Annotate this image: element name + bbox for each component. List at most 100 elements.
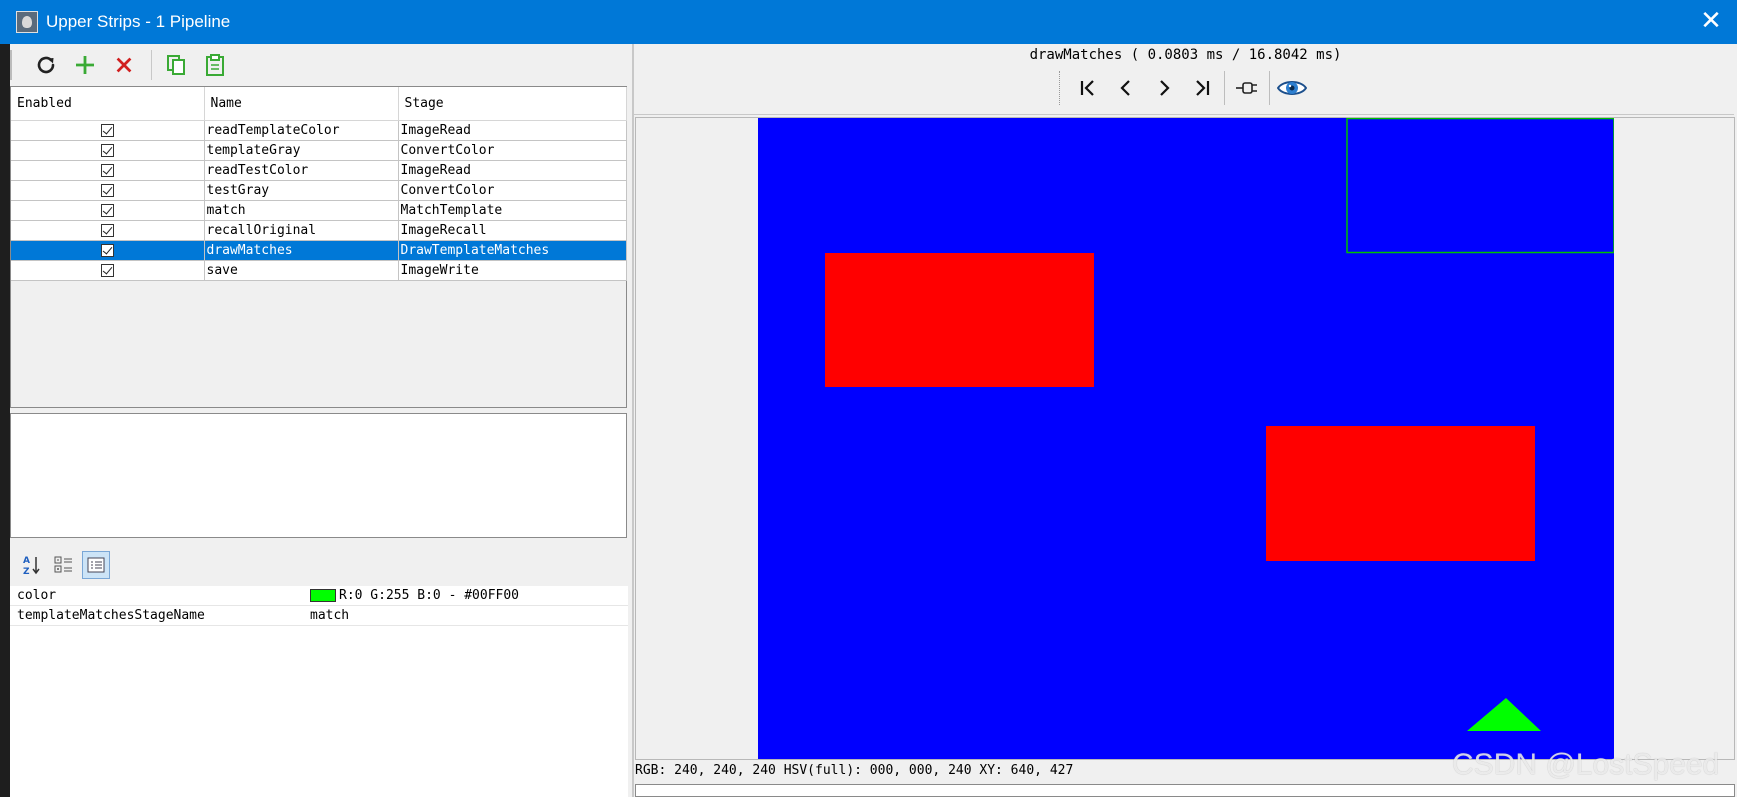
enabled-cell[interactable] [11,180,205,201]
pin-icon [1236,82,1257,94]
show-description-button[interactable] [82,551,110,579]
stage-name-cell: readTemplateColor [204,120,399,141]
property-value[interactable]: match [310,608,349,623]
paste-icon [206,54,224,76]
red-rectangle [825,253,1094,387]
pipeline-panel: Enabled Name Stage readTemplateColor Ima… [10,44,628,797]
close-button[interactable]: ✕ [1695,6,1727,38]
properties-toolbar: AZ [10,544,628,586]
toolbar-grip [1059,71,1061,105]
properties-panel: AZ color R:0 G:255 B:0 - #00FF00 templat… [10,544,628,797]
stage-type-cell: DrawTemplateMatches [398,240,627,261]
color-value-text: R:0 G:255 B:0 - #00FF00 [339,588,520,603]
red-rectangle [1266,426,1535,561]
enabled-checkbox[interactable] [100,223,114,237]
column-header-enabled[interactable]: Enabled [11,87,205,121]
eye-icon [1277,81,1307,95]
enabled-cell[interactable] [11,220,205,241]
enabled-checkbox[interactable] [100,243,114,257]
stage-name-cell: save [204,260,399,281]
property-row-template-matches-stage[interactable]: templateMatchesStageName match [10,606,628,626]
viewer-toolbar [1059,70,1311,106]
enabled-cell[interactable] [11,200,205,221]
pipeline-toolbar [10,44,628,86]
first-icon [1080,80,1094,96]
enabled-cell[interactable] [11,160,205,181]
window-title: Upper Strips - 1 Pipeline [46,12,231,31]
stage-type-cell: ConvertColor [398,140,627,161]
table-row[interactable]: save ImageWrite [11,260,627,281]
stage-description-panel [10,413,627,538]
view-toggle-button[interactable] [1273,71,1311,105]
background-window-strip [0,44,10,797]
svg-text:Z: Z [23,567,30,576]
first-stage-button[interactable] [1069,71,1107,105]
pipeline-table-panel: Enabled Name Stage readTemplateColor Ima… [10,86,627,408]
property-name: templateMatchesStageName [17,608,205,623]
enabled-checkbox[interactable] [100,163,114,177]
next-icon [1160,80,1170,96]
delete-icon [116,57,132,73]
delete-stage-button[interactable] [108,49,140,81]
table-header: Enabled Name Stage [11,87,627,121]
sort-alphabetical-button[interactable]: AZ [18,551,46,579]
image-view-area[interactable] [635,117,1735,760]
color-swatch[interactable] [310,589,336,602]
enabled-cell[interactable] [11,140,205,161]
property-value[interactable]: R:0 G:255 B:0 - #00FF00 [310,588,519,603]
toolbar-separator [1224,71,1225,105]
description-icon [87,557,105,573]
categorized-button[interactable] [50,551,78,579]
property-name: color [17,588,57,603]
enabled-checkbox[interactable] [100,143,114,157]
add-icon [76,56,94,74]
column-header-stage[interactable]: Stage [398,87,627,121]
refresh-icon [37,56,55,74]
last-stage-button[interactable] [1183,71,1221,105]
table-row[interactable]: readTestColor ImageRead [11,160,627,181]
previous-stage-button[interactable] [1107,71,1145,105]
refresh-button[interactable] [30,49,62,81]
table-row[interactable]: readTemplateColor ImageRead [11,120,627,141]
next-stage-button[interactable] [1145,71,1183,105]
image-viewer-panel: drawMatches ( 0.0803 ms / 16.8042 ms) RG… [634,44,1737,797]
enabled-checkbox[interactable] [100,123,114,137]
enabled-checkbox[interactable] [100,203,114,217]
table-row[interactable]: match MatchTemplate [11,200,627,221]
stage-type-cell: ConvertColor [398,180,627,201]
stage-name-cell: testGray [204,180,399,201]
enabled-checkbox[interactable] [100,263,114,277]
stage-type-cell: ImageRead [398,120,627,141]
stage-type-cell: ImageRead [398,160,627,181]
column-header-name[interactable]: Name [204,87,399,121]
title-bar: Upper Strips - 1 Pipeline ✕ [0,0,1737,44]
table-row[interactable]: recallOriginal ImageRecall [11,220,627,241]
bottom-input-field[interactable] [635,784,1735,797]
svg-text:A: A [23,556,30,566]
add-stage-button[interactable] [69,49,101,81]
stage-name-cell: recallOriginal [204,220,399,241]
toolbar-grip [10,50,12,80]
previous-icon [1120,80,1130,96]
stage-type-cell: ImageRecall [398,220,627,241]
enabled-cell[interactable] [11,260,205,281]
stage-name-cell: templateGray [204,140,399,161]
table-row[interactable]: templateGray ConvertColor [11,140,627,161]
enabled-checkbox[interactable] [100,183,114,197]
categorized-icon [54,556,72,573]
property-row-color[interactable]: color R:0 G:255 B:0 - #00FF00 [10,586,628,606]
stage-type-cell: MatchTemplate [398,200,627,221]
enabled-cell[interactable] [11,240,205,261]
table-row[interactable]: testGray ConvertColor [11,180,627,201]
result-image[interactable] [758,118,1614,759]
sort-alphabetical-icon: AZ [23,556,40,576]
copy-button[interactable] [160,49,192,81]
table-row-selected[interactable]: drawMatches DrawTemplateMatches [11,240,627,261]
app-icon [16,11,38,33]
pin-button[interactable] [1228,71,1266,105]
paste-button[interactable] [199,49,231,81]
copy-icon [167,55,185,75]
stage-name-cell: match [204,200,399,221]
enabled-cell[interactable] [11,120,205,141]
stage-name-cell: readTestColor [204,160,399,181]
